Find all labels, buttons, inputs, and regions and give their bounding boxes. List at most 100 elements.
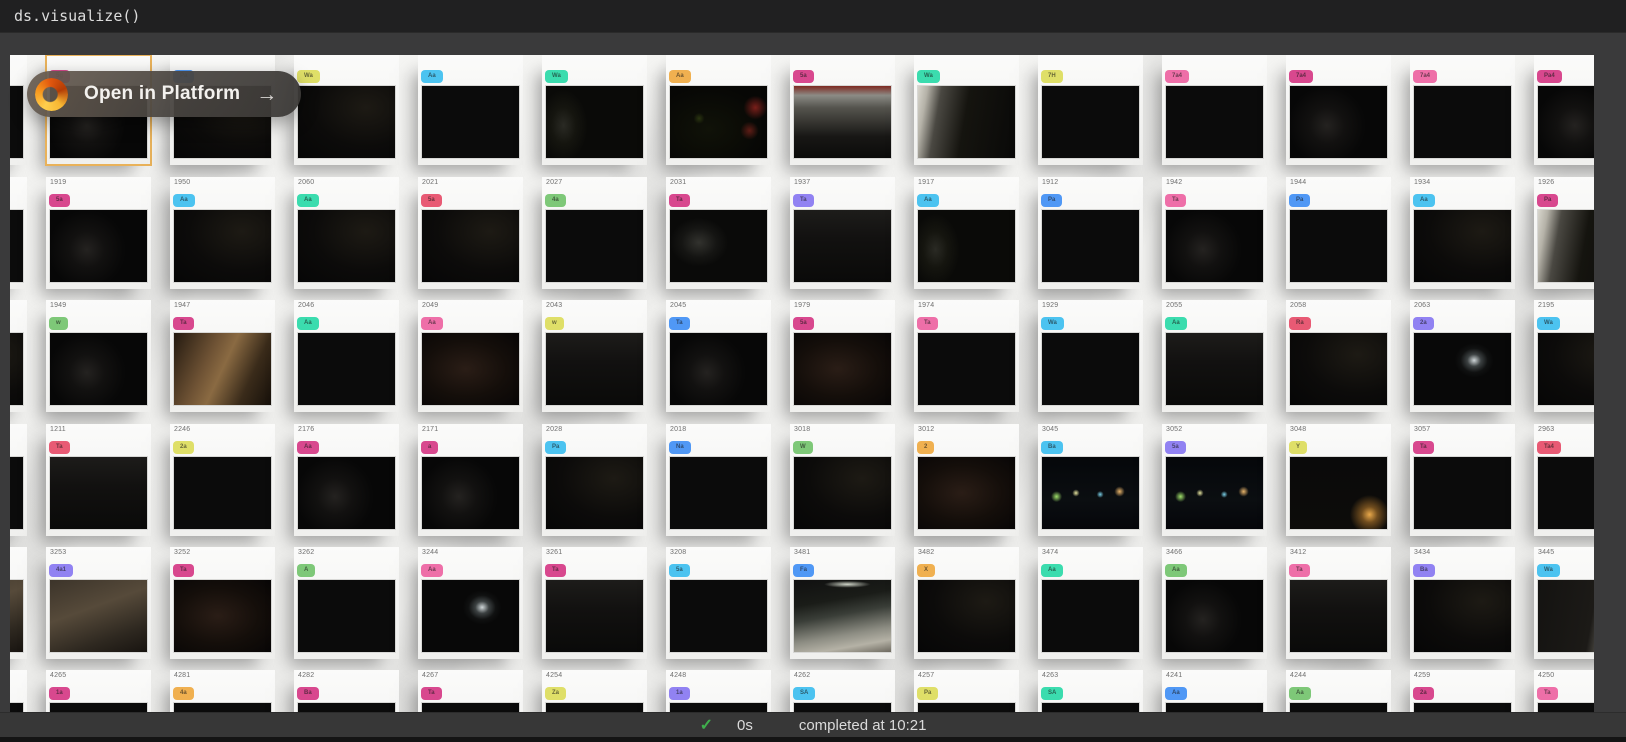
- sample-card[interactable]: 2043w: [542, 300, 647, 412]
- sample-card[interactable]: 4250Ta: [1534, 670, 1594, 712]
- sample-card[interactable]: 7a4: [1162, 55, 1267, 165]
- sample-card[interactable]: 3261Ta: [542, 547, 647, 659]
- sample-card[interactable]: Aa: [418, 55, 523, 165]
- sample-card[interactable]: 2060Aa: [294, 177, 399, 289]
- label-tag: Ta4: [1537, 441, 1561, 454]
- sample-card[interactable]: 3481Fa: [790, 547, 895, 659]
- sample-card[interactable]: 2049Aa: [418, 300, 523, 412]
- sample-card[interactable]: 3412Ta: [1286, 547, 1391, 659]
- sample-card[interactable]: 1917Aa: [914, 177, 1019, 289]
- sample-id: 4265: [46, 670, 151, 681]
- sample-card[interactable]: 4282Ba: [294, 670, 399, 712]
- sample-card[interactable]: 32534a1: [46, 547, 151, 659]
- sample-card[interactable]: Wa: [914, 55, 1019, 165]
- sample-card[interactable]: 1944Pa: [1286, 177, 1391, 289]
- sample-card[interactable]: 19795a: [790, 300, 895, 412]
- sample-card[interactable]: 5a: [790, 55, 895, 165]
- sample-card[interactable]: Ta: [10, 424, 27, 536]
- sample-card[interactable]: 3262A: [294, 547, 399, 659]
- sample-card[interactable]: 3482X: [914, 547, 1019, 659]
- sample-card[interactable]: 3244Aa: [418, 547, 523, 659]
- sample-card[interactable]: 42592a: [1410, 670, 1515, 712]
- label-tag: A: [297, 564, 315, 577]
- label-tag: 7a4: [1413, 70, 1437, 83]
- label-tag: 2a: [1413, 317, 1434, 330]
- sample-card[interactable]: 2058Ra: [1286, 300, 1391, 412]
- sample-card[interactable]: Ta: [10, 300, 27, 412]
- sample-card[interactable]: 4267Ta: [418, 670, 523, 712]
- label-tag: Ta: [1537, 687, 1558, 700]
- sample-id: 2045: [666, 300, 771, 311]
- image-grid: 5a5gPaWaAaWaAa5aWa7H7a47a47a4Pa45a19195a…: [10, 55, 1594, 712]
- sample-card[interactable]: 7a4: [1410, 55, 1515, 165]
- sample-card[interactable]: 42481a: [666, 670, 771, 712]
- label-tag: Aa: [1165, 317, 1187, 330]
- sample-card[interactable]: 1947Ta: [170, 300, 275, 412]
- sample-card[interactable]: Wa: [542, 55, 647, 165]
- sample-card[interactable]: 4241Aa: [1162, 670, 1267, 712]
- sample-card[interactable]: 1929Wa: [1038, 300, 1143, 412]
- sample-card[interactable]: 3474Aa: [1038, 547, 1143, 659]
- sample-card[interactable]: 1211Ta: [46, 424, 151, 536]
- open-in-platform-button[interactable]: Open in Platform →: [27, 71, 301, 117]
- sample-card[interactable]: Pa4: [1534, 55, 1594, 165]
- sample-card[interactable]: 7a4: [1286, 55, 1391, 165]
- sample-card[interactable]: 2031Ta: [666, 177, 771, 289]
- sample-card[interactable]: Wa: [294, 55, 399, 165]
- sample-thumbnail: [793, 456, 892, 530]
- sample-card[interactable]: 1912Pa: [1038, 177, 1143, 289]
- sample-card[interactable]: 1942Ta: [1162, 177, 1267, 289]
- sample-card[interactable]: 3045Ba: [1038, 424, 1143, 536]
- sample-card[interactable]: 1934Aa: [1410, 177, 1515, 289]
- sample-card[interactable]: 1950Aa: [170, 177, 275, 289]
- sample-card[interactable]: 42814a: [170, 670, 275, 712]
- sample-card[interactable]: 1974Ta: [914, 300, 1019, 412]
- sample-card[interactable]: 4263SA: [1038, 670, 1143, 712]
- sample-card[interactable]: 4254Za: [542, 670, 647, 712]
- sample-card[interactable]: 1949w: [46, 300, 151, 412]
- sample-card[interactable]: 42651a: [46, 670, 151, 712]
- sample-card[interactable]: 2963Ta4: [1534, 424, 1594, 536]
- sample-card[interactable]: 30525a: [1162, 424, 1267, 536]
- sample-card[interactable]: 4262SA: [790, 670, 895, 712]
- sample-card[interactable]: 20274a: [542, 177, 647, 289]
- sample-card[interactable]: 5a: [10, 177, 27, 289]
- label-tag: Ta: [421, 687, 442, 700]
- sample-card[interactable]: 2045Ta: [666, 300, 771, 412]
- sample-card[interactable]: 19195a: [46, 177, 151, 289]
- sample-card[interactable]: 3434Ba: [1410, 547, 1515, 659]
- sample-card[interactable]: 2171a: [418, 424, 523, 536]
- sample-card[interactable]: 1926Pa: [1534, 177, 1594, 289]
- sample-card[interactable]: 2028Pa: [542, 424, 647, 536]
- sample-card[interactable]: 3018W: [790, 424, 895, 536]
- label-tag: 4a: [545, 194, 566, 207]
- sample-thumbnail: [545, 579, 644, 653]
- sample-thumbnail: [1289, 332, 1388, 406]
- sample-card[interactable]: 7H: [1038, 55, 1143, 165]
- sample-id: 3208: [666, 547, 771, 558]
- sample-card[interactable]: Ta: [10, 670, 27, 712]
- sample-card[interactable]: 5a: [10, 55, 27, 165]
- sample-card[interactable]: 2195Wa: [1534, 300, 1594, 412]
- sample-card[interactable]: Aa: [666, 55, 771, 165]
- sample-card[interactable]: 3445Wa: [1534, 547, 1594, 659]
- sample-card[interactable]: 2176Aa: [294, 424, 399, 536]
- sample-card[interactable]: 30122: [914, 424, 1019, 536]
- sample-card[interactable]: 3048Y: [1286, 424, 1391, 536]
- sample-card[interactable]: 2046Aa: [294, 300, 399, 412]
- sample-card[interactable]: 4a: [10, 547, 27, 659]
- sample-card[interactable]: 20632a: [1410, 300, 1515, 412]
- sample-card[interactable]: 1937Ta: [790, 177, 895, 289]
- sample-card[interactable]: 2055Aa: [1162, 300, 1267, 412]
- label-tag: Pa: [545, 441, 566, 454]
- sample-card[interactable]: 3252Ta: [170, 547, 275, 659]
- sample-card[interactable]: 32085a: [666, 547, 771, 659]
- sample-card[interactable]: 3466Aa: [1162, 547, 1267, 659]
- open-in-platform-label: Open in Platform: [84, 83, 240, 105]
- sample-card[interactable]: 4257Pa: [914, 670, 1019, 712]
- sample-card[interactable]: 3057Ta: [1410, 424, 1515, 536]
- sample-card[interactable]: 20215a: [418, 177, 523, 289]
- sample-card[interactable]: 4244Aa: [1286, 670, 1391, 712]
- sample-card[interactable]: 2018Na: [666, 424, 771, 536]
- sample-card[interactable]: 22462a: [170, 424, 275, 536]
